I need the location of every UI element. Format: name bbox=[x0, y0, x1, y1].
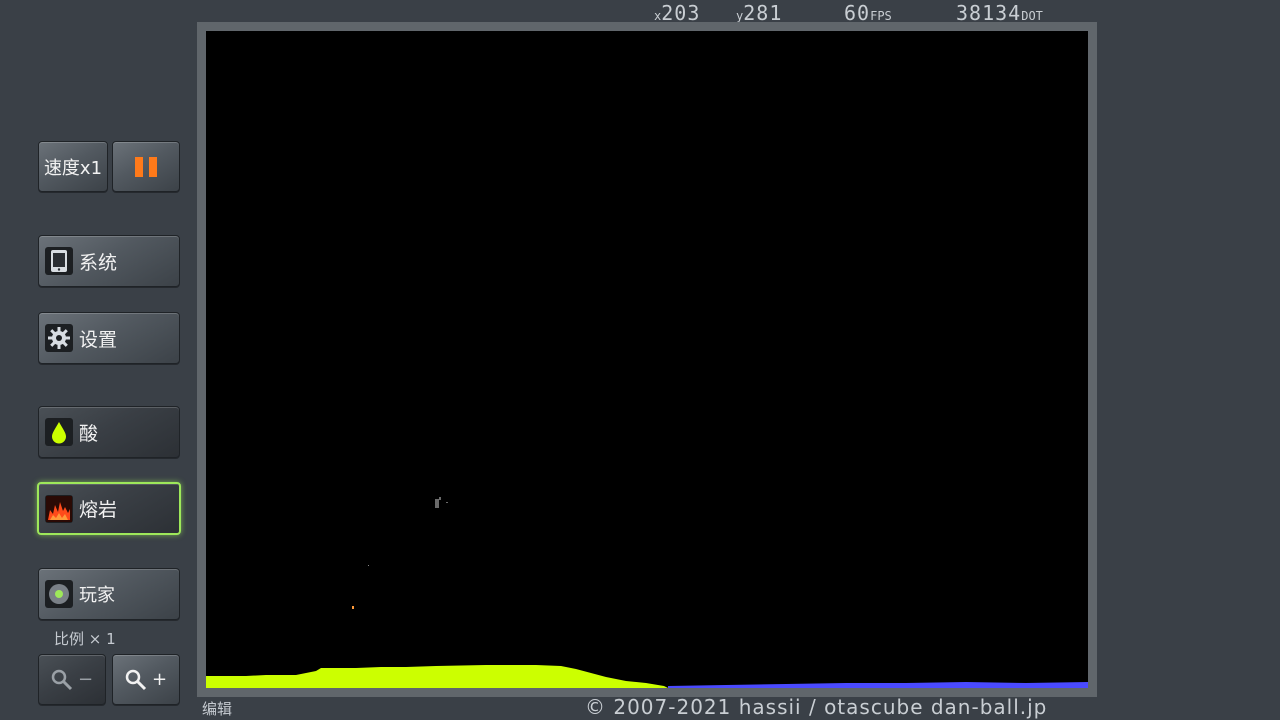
scale-label: 比例 × 1 bbox=[54, 630, 116, 648]
lava-icon bbox=[45, 494, 73, 523]
zoom-in-button[interactable]: + bbox=[112, 654, 180, 705]
lava-tool-label: 熔岩 bbox=[79, 499, 118, 521]
tablet-icon bbox=[45, 247, 73, 275]
zoom-in-label: + bbox=[151, 669, 168, 690]
stray-particle bbox=[352, 606, 354, 609]
acid-particles bbox=[206, 665, 668, 688]
player-tool-button[interactable]: 玩家 bbox=[38, 568, 180, 620]
stray-particle bbox=[435, 499, 439, 508]
player-icon bbox=[45, 580, 73, 608]
copyright-text: © 2007-2021 hassii / otascube dan-ball.j… bbox=[585, 695, 1048, 719]
edit-label[interactable]: 编辑 bbox=[202, 698, 232, 719]
zoom-out-label: − bbox=[77, 669, 94, 690]
speed-button-label: 速度x1 bbox=[43, 157, 103, 179]
pause-button[interactable] bbox=[112, 141, 180, 192]
acid-drop-icon bbox=[45, 418, 73, 446]
stray-particle bbox=[446, 502, 448, 503]
acid-tool-button[interactable]: 酸 bbox=[38, 406, 180, 458]
simulation-canvas[interactable] bbox=[206, 31, 1088, 688]
particle-layer bbox=[206, 497, 1088, 688]
system-button-label: 系统 bbox=[79, 251, 118, 274]
system-button[interactable]: 系统 bbox=[38, 235, 180, 287]
settings-button[interactable]: 设置 bbox=[38, 312, 180, 364]
water-particles bbox=[668, 682, 1088, 688]
speed-button[interactable]: 速度x1 bbox=[38, 141, 108, 192]
settings-button-label: 设置 bbox=[79, 328, 118, 351]
magnifier-icon bbox=[51, 669, 73, 690]
lava-tool-button[interactable]: 熔岩 bbox=[37, 482, 181, 535]
pause-icon bbox=[135, 156, 157, 177]
zoom-out-button[interactable]: − bbox=[38, 654, 106, 705]
acid-tool-label: 酸 bbox=[79, 422, 99, 445]
player-tool-label: 玩家 bbox=[79, 585, 115, 606]
stray-particle bbox=[439, 497, 441, 500]
magnifier-icon bbox=[125, 669, 147, 690]
stray-particle bbox=[368, 565, 369, 566]
gear-icon bbox=[45, 324, 73, 352]
